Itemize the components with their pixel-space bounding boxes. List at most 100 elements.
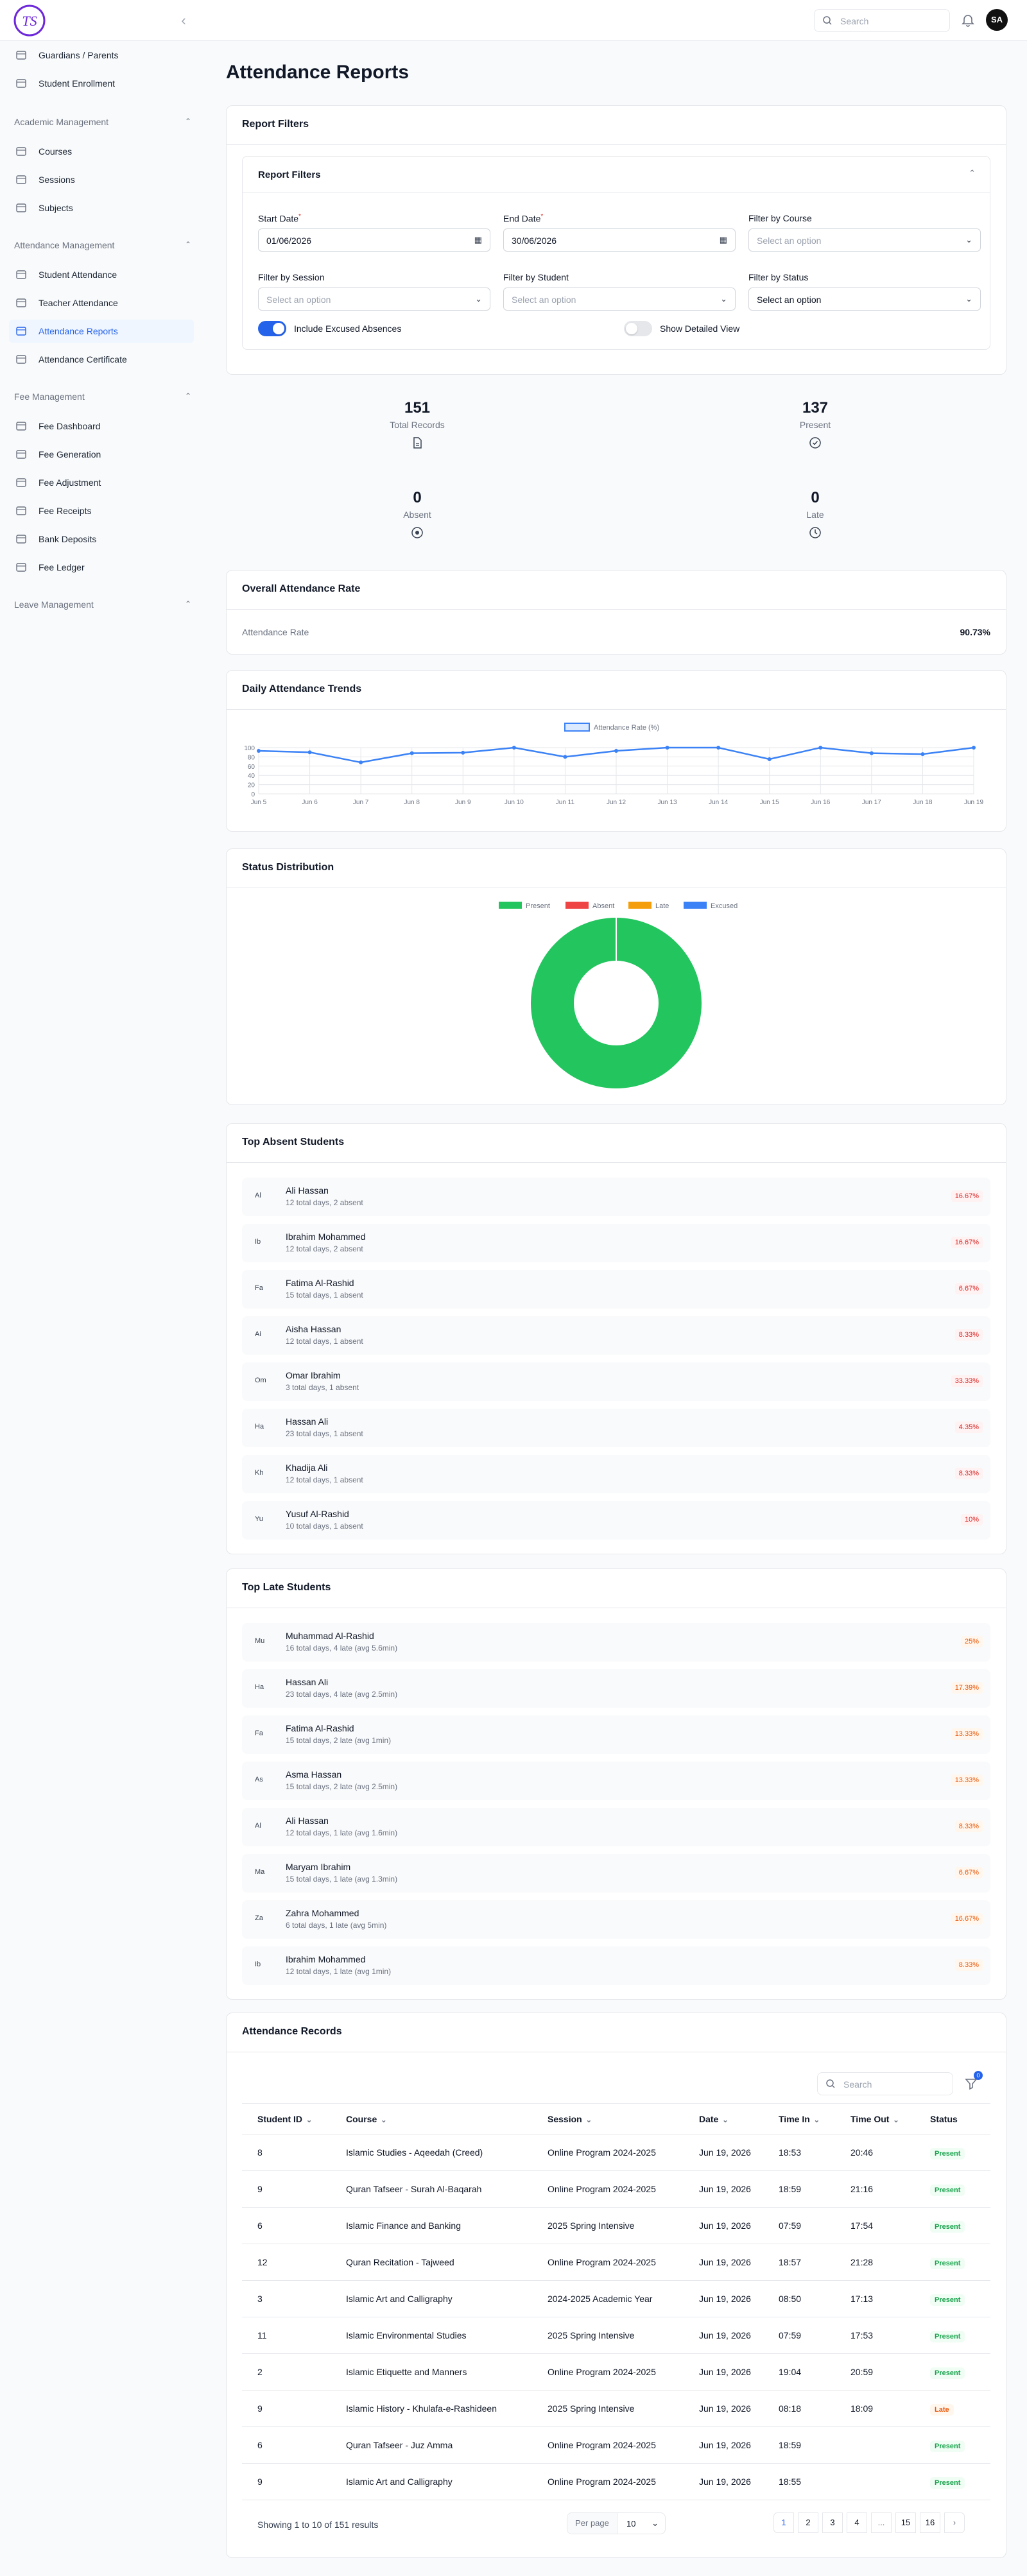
sidebar-item-fee-receipts[interactable]: Fee Receipts — [9, 499, 194, 522]
session-filter-label: Filter by Session — [258, 272, 325, 282]
student-list-item: Kh Khadija Ali 12 total days, 1 absent 8.33… — [242, 1455, 990, 1493]
student-list-item: Ai Aisha Hassan 12 total days, 1 absent 8.3… — [242, 1316, 990, 1355]
filter-icon[interactable]: 0 — [963, 2071, 983, 2091]
collapse-sidebar-icon[interactable]: ‹ — [176, 13, 191, 28]
page-15-button[interactable]: 15 — [895, 2512, 916, 2533]
cell-value: 2 — [257, 2367, 263, 2377]
page-1-button[interactable]: 1 — [773, 2512, 794, 2533]
table-cell: Islamic Finance and Banking — [331, 2207, 532, 2244]
sidebar-section-academic-management[interactable]: Academic Management ⌃ — [14, 117, 191, 127]
column-header-session[interactable]: Session ⌄ — [532, 2103, 684, 2134]
logo[interactable]: TS — [13, 4, 46, 37]
chevron-up-icon: ⌃ — [184, 599, 191, 608]
sidebar-section-leave-management[interactable]: Leave Management ⌃ — [14, 599, 191, 610]
sidebar-item-attendance-reports[interactable]: Attendance Reports — [9, 320, 194, 343]
table-row[interactable]: 9 Islamic Art and Calligraphy Online Progr… — [242, 2463, 990, 2500]
student-list-item: As Asma Hassan 15 total days, 2 late (avg … — [242, 1762, 990, 1800]
sidebar-item-guardians-parents[interactable]: Guardians / Parents — [9, 44, 194, 67]
bell-icon[interactable] — [960, 12, 976, 28]
column-header-student-id[interactable]: Student ID ⌄ — [242, 2103, 331, 2134]
sidebar-item-fee-dashboard[interactable]: Fee Dashboard — [9, 415, 194, 438]
student-filter-label: Filter by Student — [503, 272, 569, 282]
collapse-panel-icon[interactable]: ⌃ — [969, 168, 976, 178]
status-badge: Late — [930, 2404, 954, 2416]
sidebar-item-courses[interactable]: Courses — [9, 140, 194, 163]
sidebar-item-bank-deposits[interactable]: Bank Deposits — [9, 528, 194, 551]
table-row[interactable]: 9 Quran Tafseer - Surah Al-Baqarah Online … — [242, 2170, 990, 2208]
chevron-up-icon: ⌃ — [184, 117, 191, 126]
page-2-button[interactable]: 2 — [798, 2512, 818, 2533]
records-search-input[interactable]: Search — [817, 2072, 953, 2095]
page-16-button[interactable]: 16 — [920, 2512, 940, 2533]
start-date-input[interactable]: 01/06/2026 ▦ — [258, 228, 490, 252]
table-row[interactable]: 12 Quran Recitation - Tajweed Online Progr… — [242, 2244, 990, 2281]
data-point — [461, 750, 465, 755]
data-point — [359, 760, 363, 765]
next-page-button[interactable]: › — [944, 2512, 965, 2533]
student-name: Fatima Al-Rashid — [286, 1278, 354, 1288]
x-tick-label: Jun 6 — [302, 799, 318, 806]
calendar-icon — [15, 174, 27, 185]
table-cell: Jun 19, 2026 — [684, 2134, 763, 2171]
sidebar-item-label: Bank Deposits — [39, 534, 97, 544]
percentage-badge: 13.33% — [951, 1774, 983, 1786]
table-row[interactable]: 9 Islamic History - Khulafa-e-Rashideen 20… — [242, 2390, 990, 2427]
calendar-icon: ▦ — [719, 235, 727, 245]
sidebar-item-attendance-certificate[interactable]: Attendance Certificate — [9, 348, 194, 371]
sidebar-item-teacher-attendance[interactable]: Teacher Attendance — [9, 291, 194, 314]
page-3-button[interactable]: 3 — [822, 2512, 843, 2533]
sidebar-item-fee-generation[interactable]: Fee Generation — [9, 443, 194, 466]
column-header-status[interactable]: Status — [915, 2103, 990, 2134]
column-header-date[interactable]: Date ⌄ — [684, 2103, 763, 2134]
student-list-item: Yu Yusuf Al-Rashid 10 total days, 1 absent… — [242, 1501, 990, 1540]
sidebar-item-student-enrollment[interactable]: Student Enrollment — [9, 72, 194, 95]
status-filter-select[interactable]: Select an option ⌄ — [748, 288, 981, 311]
stat-label: Absent — [403, 510, 431, 520]
percentage-badge: 10% — [960, 1514, 983, 1525]
table-row[interactable]: 8 Islamic Studies - Aqeedah (Creed) Online… — [242, 2134, 990, 2171]
table-cell: Present — [915, 2244, 990, 2281]
page-4-button[interactable]: 4 — [847, 2512, 867, 2533]
course-filter-select[interactable]: Select an option ⌄ — [748, 228, 981, 252]
table-row[interactable]: 6 Quran Tafseer - Juz Amma Online Program … — [242, 2426, 990, 2464]
sidebar-section-attendance-management[interactable]: Attendance Management ⌃ — [14, 240, 191, 250]
user-avatar[interactable]: SA — [986, 9, 1008, 31]
sidebar-item-sessions[interactable]: Sessions — [9, 168, 194, 191]
excused-absences-toggle[interactable] — [258, 321, 286, 336]
column-header-time-in[interactable]: Time In ⌄ — [763, 2103, 835, 2134]
column-header-time-out[interactable]: Time Out ⌄ — [835, 2103, 915, 2134]
sidebar-item-fee-ledger[interactable]: Fee Ledger — [9, 556, 194, 579]
cell-value: Quran Tafseer - Juz Amma — [346, 2440, 453, 2450]
student-summary: 12 total days, 2 absent — [286, 1244, 363, 1253]
detailed-view-toggle[interactable] — [624, 321, 652, 336]
student-filter-select[interactable]: Select an option ⌄ — [503, 288, 736, 311]
sidebar-section-fee-management[interactable]: Fee Management ⌃ — [14, 391, 191, 402]
global-search-input[interactable]: Search — [814, 9, 950, 32]
avatar-initials: Fa — [255, 1730, 263, 1737]
section-title: Attendance Management — [14, 240, 115, 250]
table-row[interactable]: 2 Islamic Etiquette and Manners Online Pro… — [242, 2353, 990, 2391]
table-row[interactable]: 11 Islamic Environmental Studies 2025 Spri… — [242, 2317, 990, 2354]
column-header-course[interactable]: Course ⌄ — [331, 2103, 532, 2134]
cell-value: 17:13 — [850, 2294, 874, 2304]
end-date-input[interactable]: 30/06/2026 ▦ — [503, 228, 736, 252]
sidebar-item-fee-adjustment[interactable]: Fee Adjustment — [9, 471, 194, 494]
percentage-badge: 6.67% — [954, 1283, 983, 1294]
records-summary: Showing 1 to 10 of 151 results — [257, 2520, 379, 2530]
sidebar-item-student-attendance[interactable]: Student Attendance — [9, 263, 194, 286]
student-name: Muhammad Al-Rashid — [286, 1631, 374, 1641]
cell-value: 08:18 — [779, 2403, 802, 2414]
legend-label: Attendance Rate (%) — [594, 724, 659, 732]
per-page-select[interactable]: Per page 10 ⌄ — [567, 2512, 666, 2534]
table-row[interactable]: 3 Islamic Art and Calligraphy 2024-2025 Ac… — [242, 2280, 990, 2317]
sort-icon: ⌄ — [381, 2116, 387, 2124]
table-cell: Present — [915, 2353, 990, 2391]
avatar-initials: As — [255, 1776, 263, 1783]
table-row[interactable]: 6 Islamic Finance and Banking 2025 Spring … — [242, 2207, 990, 2244]
sidebar-item-subjects[interactable]: Subjects — [9, 196, 194, 219]
session-filter-select[interactable]: Select an option ⌄ — [258, 288, 490, 311]
table-cell: Late — [915, 2390, 990, 2427]
calendar-icon: ▦ — [474, 235, 482, 245]
stat-value: 151 — [404, 399, 431, 416]
cell-value: 2024-2025 Academic Year — [548, 2294, 653, 2304]
